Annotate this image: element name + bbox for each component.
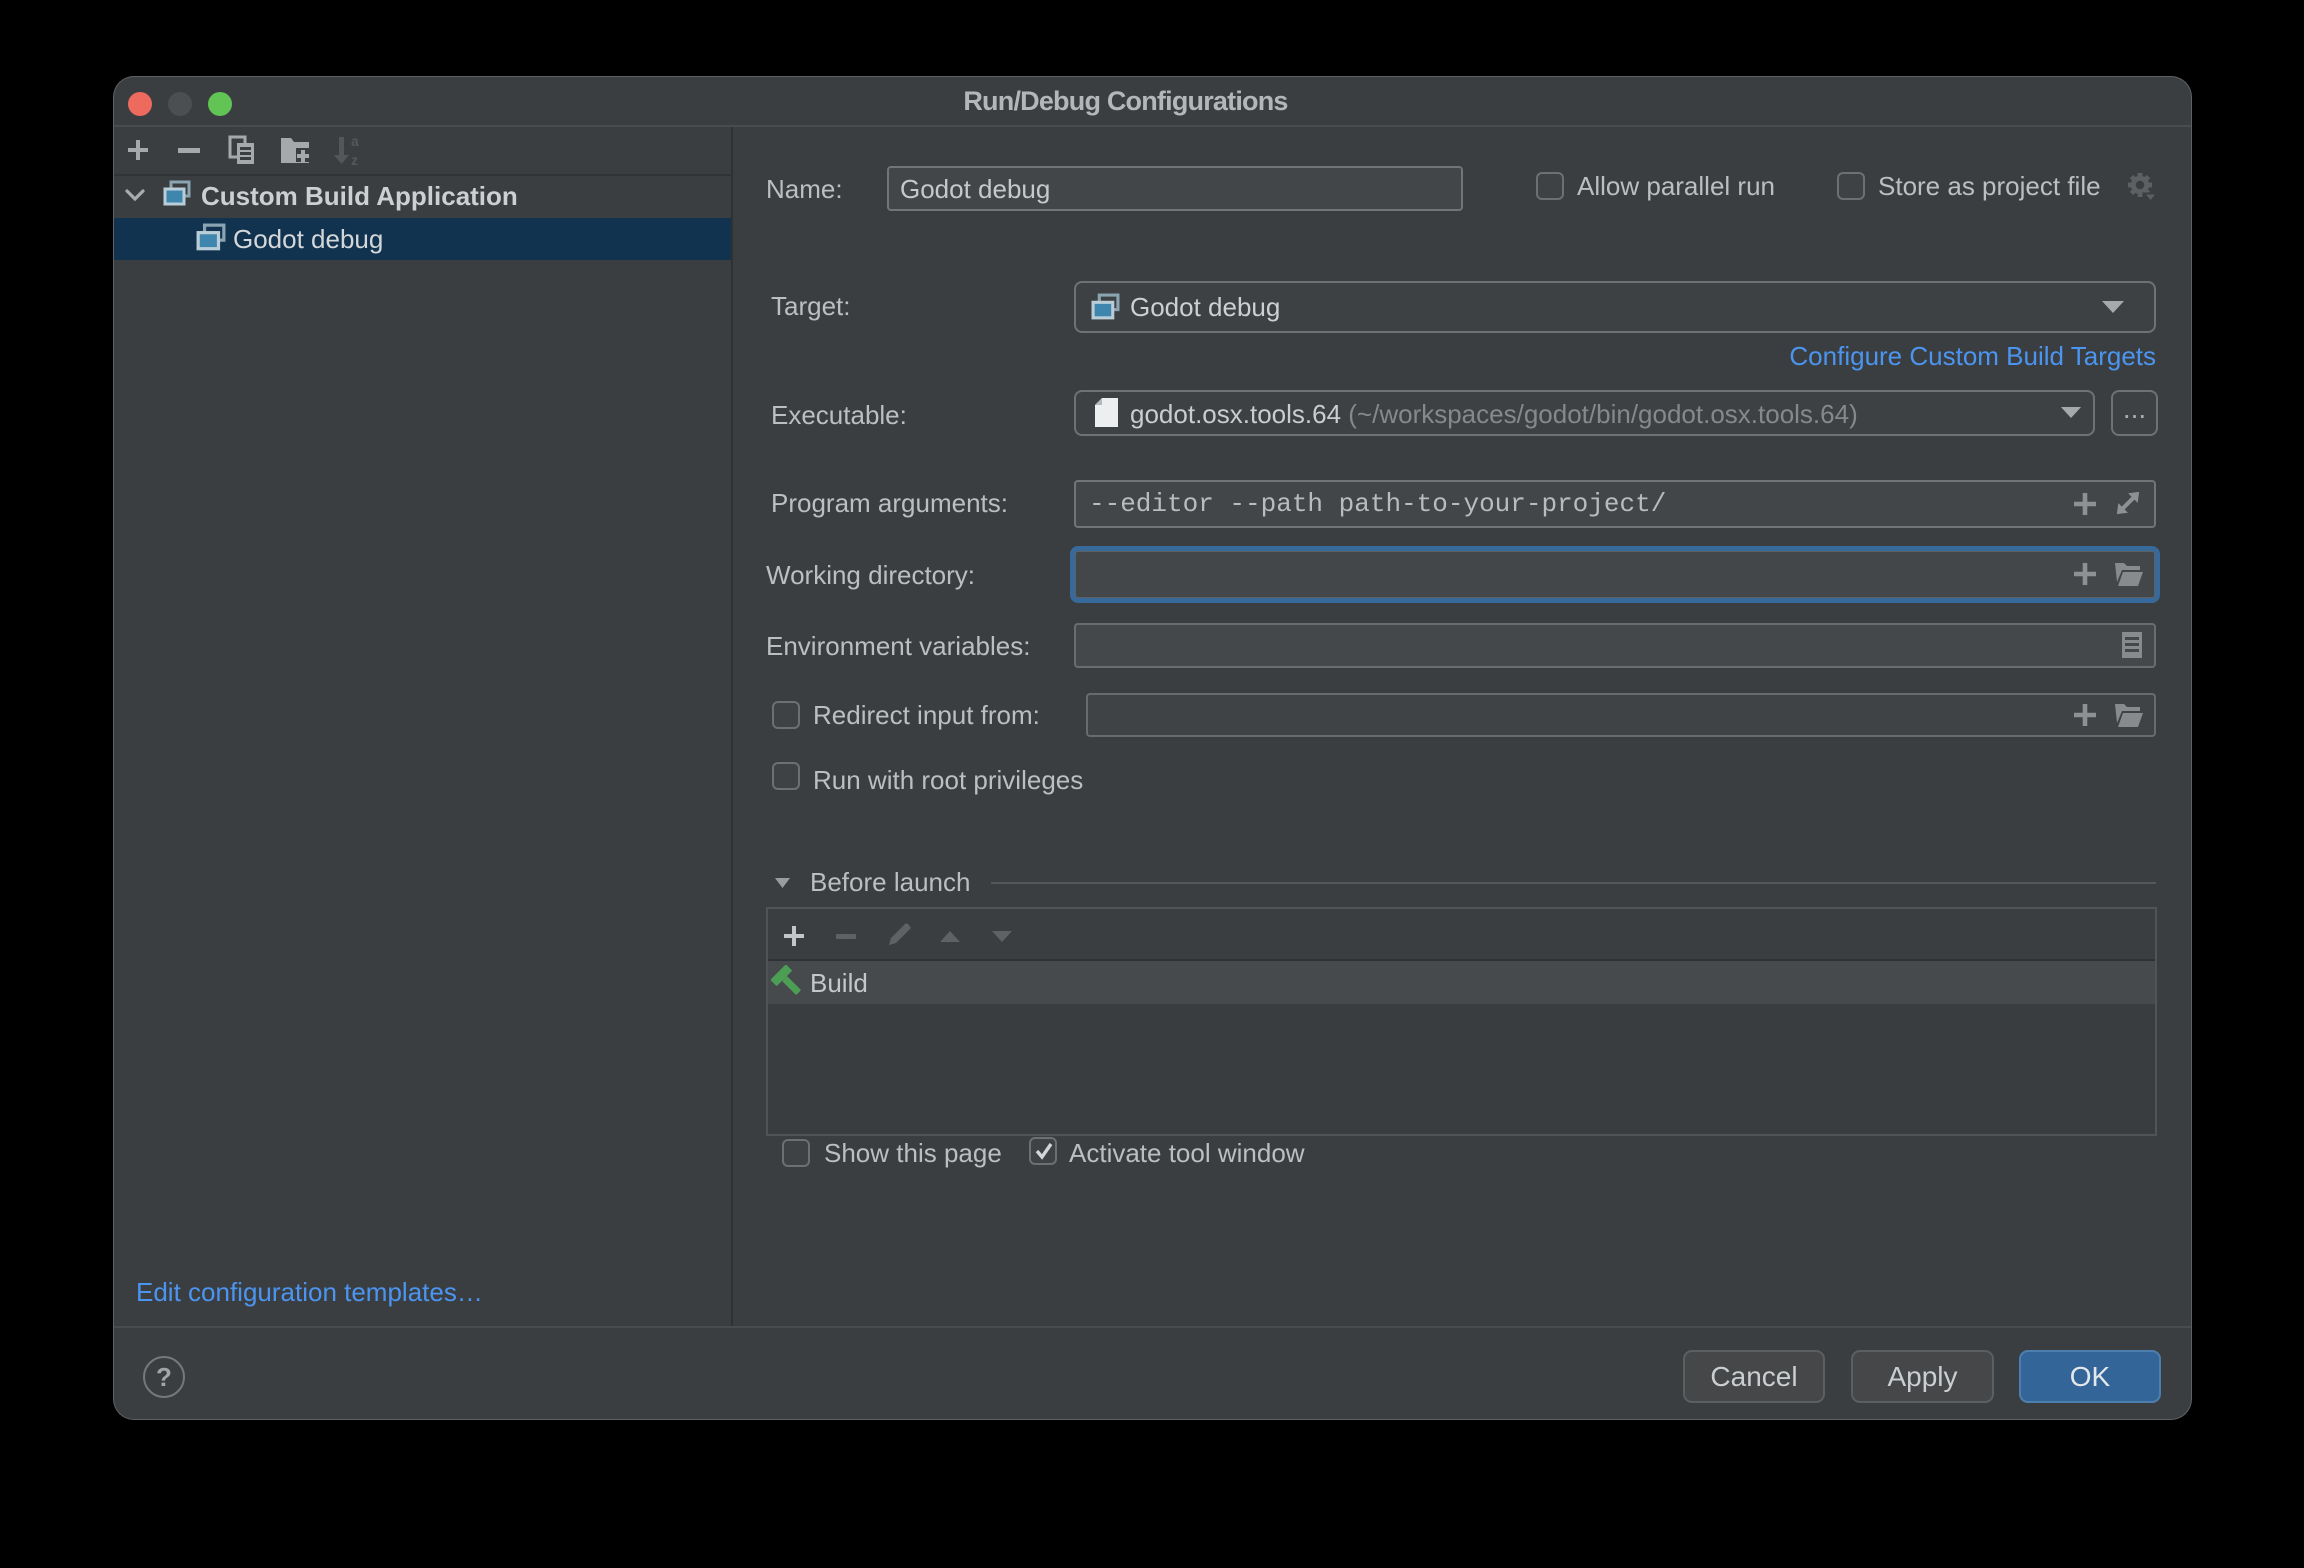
svg-text:z: z: [351, 152, 358, 167]
svg-text:a: a: [351, 135, 359, 149]
